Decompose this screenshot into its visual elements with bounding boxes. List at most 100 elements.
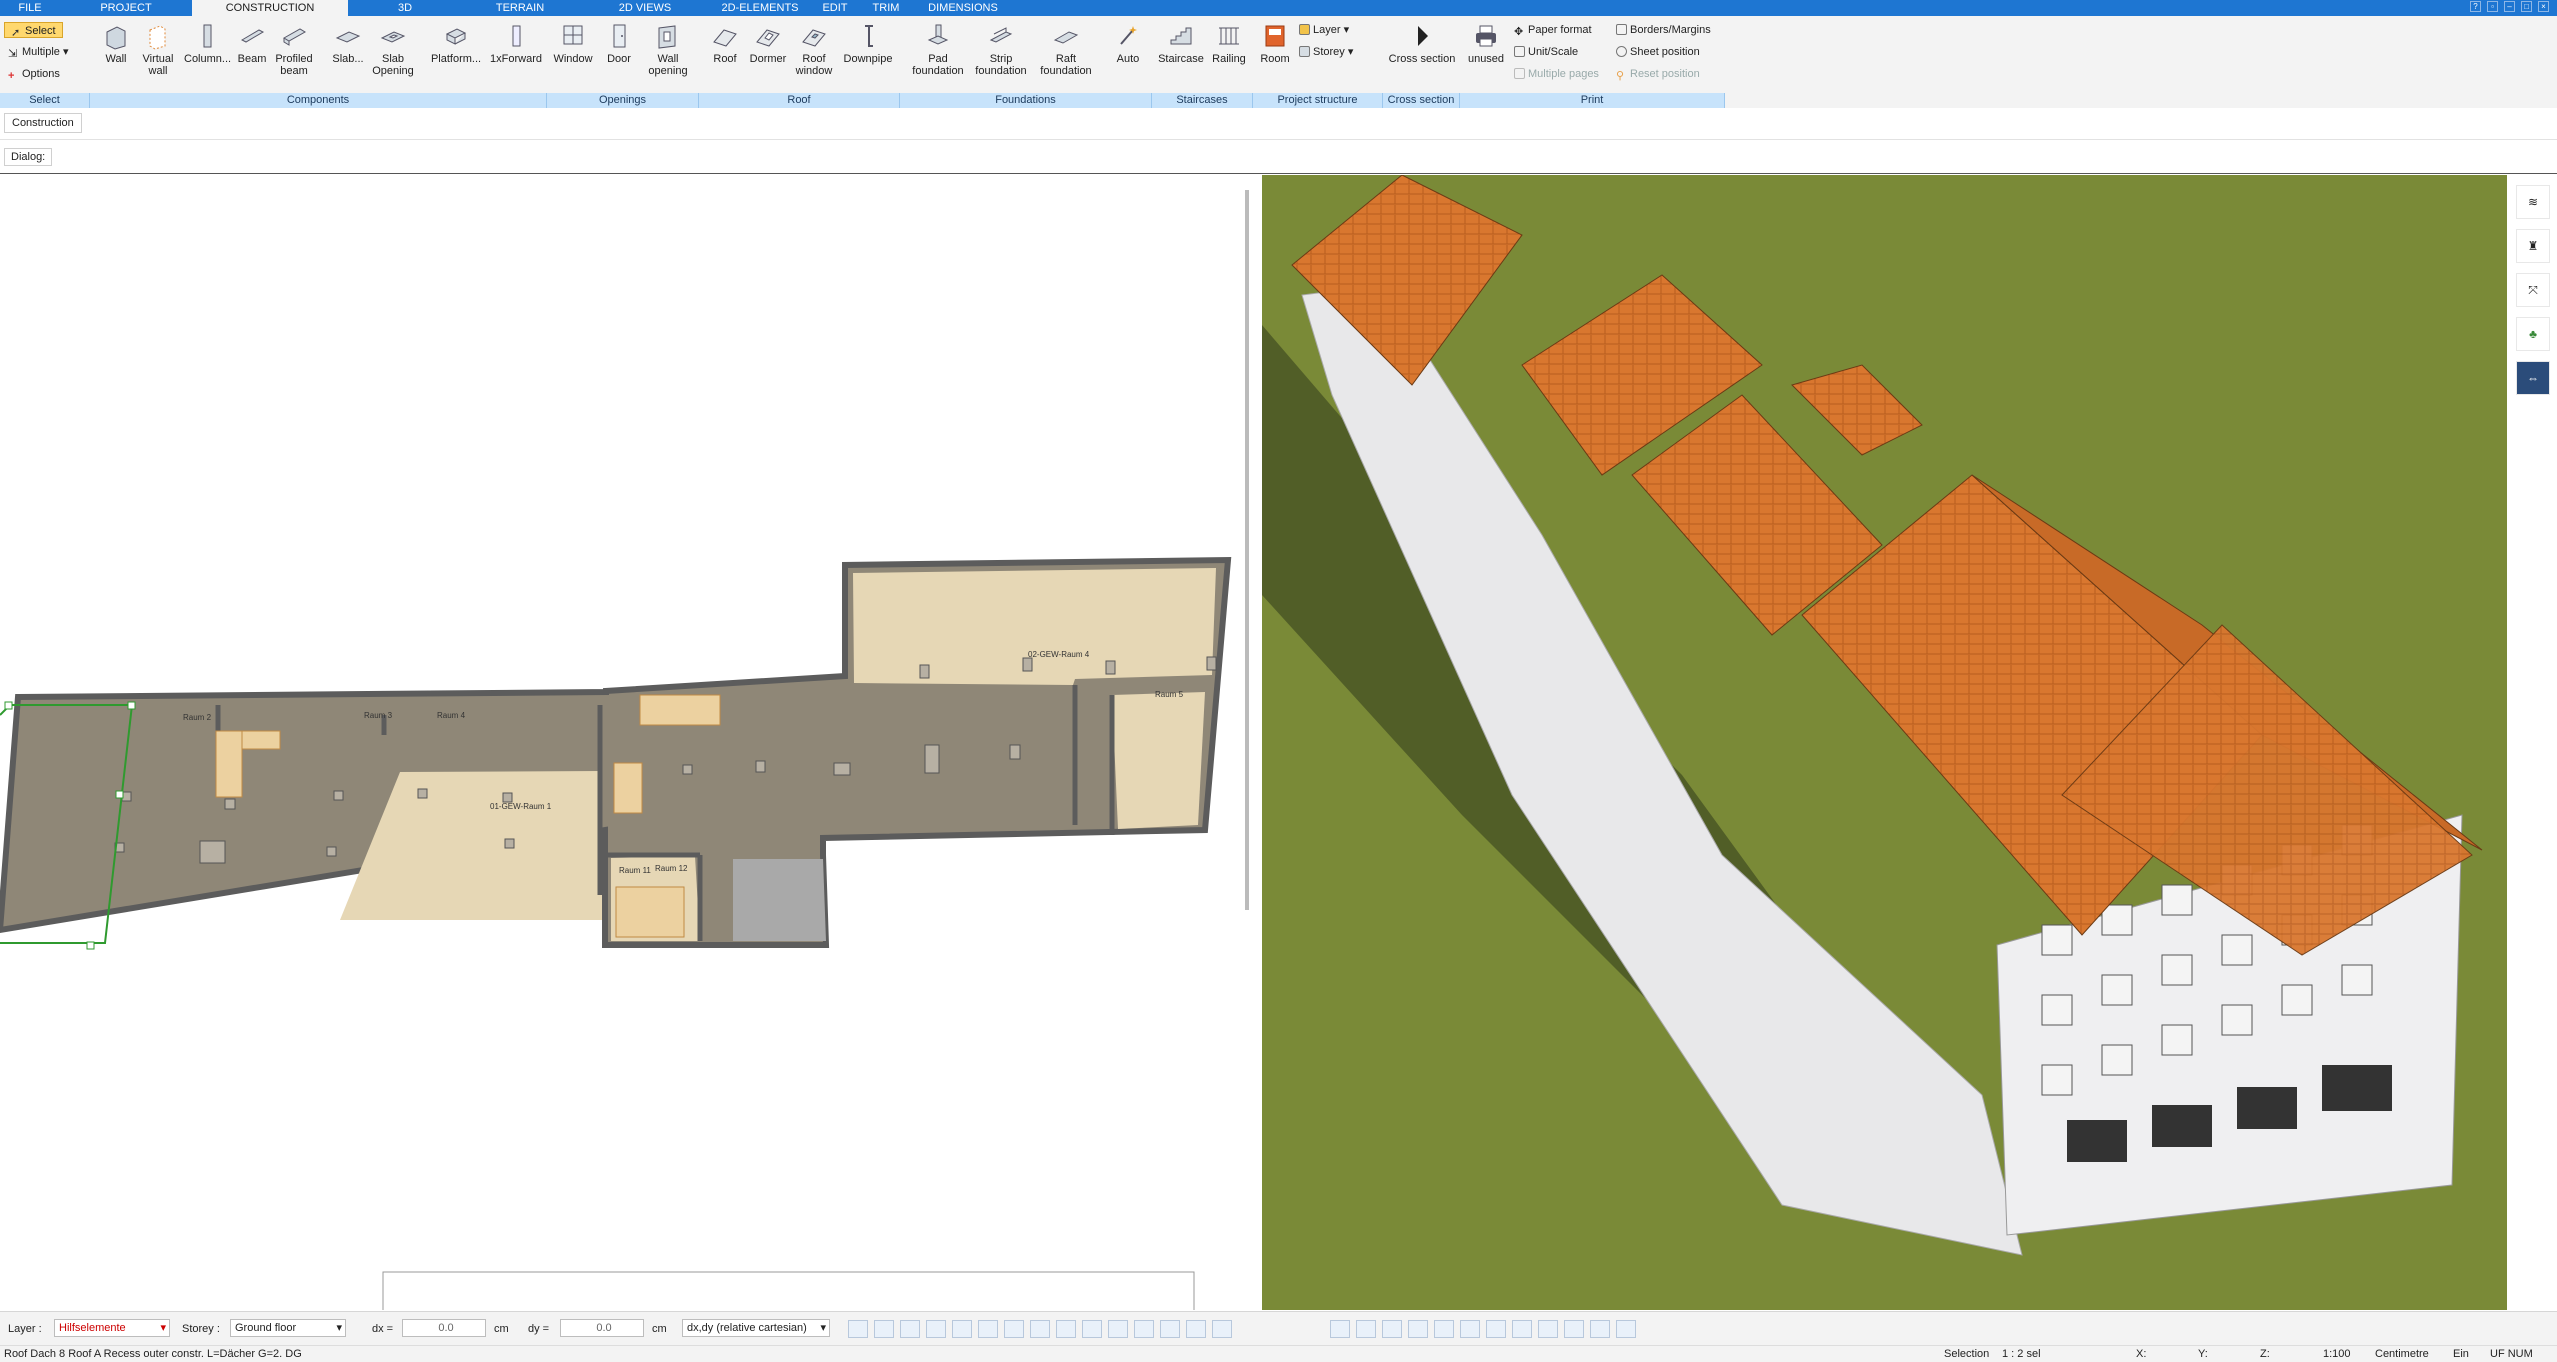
view-tool-10[interactable] <box>1564 1320 1584 1338</box>
chair-icon[interactable]: ♜ <box>2516 229 2550 263</box>
multiple-button[interactable]: ⇲ Multiple ▾ <box>8 44 68 60</box>
view-tool-6[interactable] <box>1460 1320 1480 1338</box>
room-label-raum-2: Raum 2 <box>183 713 212 722</box>
tab-dimensions[interactable]: DIMENSIONS <box>918 0 1008 16</box>
snap-tool-9[interactable] <box>1056 1320 1076 1338</box>
view-switch-icon[interactable]: ⇔ <box>2516 361 2550 395</box>
storey-button[interactable]: Storey ▾ <box>1299 44 1353 60</box>
view-tool-9[interactable] <box>1538 1320 1558 1338</box>
snap-tool-12[interactable] <box>1134 1320 1154 1338</box>
snap-tool-8[interactable] <box>1030 1320 1050 1338</box>
profiled-beam-button[interactable]: Profiled beam <box>272 22 316 77</box>
3d-scene[interactable] <box>1262 175 2507 1310</box>
select-button[interactable]: ➚ Select <box>4 22 63 39</box>
door-button[interactable]: Door <box>599 22 639 65</box>
virtual-wall-button[interactable]: Virtual wall <box>138 22 178 77</box>
dx-input[interactable]: 0.0 <box>402 1319 486 1337</box>
tab-construction[interactable]: CONSTRUCTION <box>192 0 348 17</box>
view-tool-1[interactable] <box>1330 1320 1350 1338</box>
view-tool-8[interactable] <box>1512 1320 1532 1338</box>
coord-mode-select[interactable]: dx,dy (relative cartesian) ▾ <box>682 1319 830 1337</box>
dy-input[interactable]: 0.0 <box>560 1319 644 1337</box>
railing-button[interactable]: Railing <box>1208 22 1250 65</box>
tab-edit[interactable]: EDIT <box>815 0 855 16</box>
tab-project[interactable]: PROJECT <box>96 0 156 16</box>
tab-terrain[interactable]: TERRAIN <box>480 0 560 16</box>
borders-margins-button[interactable]: Borders/Margins <box>1616 22 1711 38</box>
column-button[interactable]: Column... <box>184 22 231 65</box>
staircase-button[interactable]: Staircase <box>1156 22 1206 65</box>
cross-section-button[interactable]: Cross section <box>1387 22 1457 65</box>
plan-vertical-divider[interactable] <box>1245 190 1249 910</box>
dormer-button[interactable]: Dormer <box>747 22 789 65</box>
forward-button[interactable]: 1xForward <box>486 22 546 65</box>
minimize-icon[interactable]: – <box>2504 1 2515 12</box>
3d-view[interactable] <box>1262 175 2507 1310</box>
snap-tool-10[interactable] <box>1082 1320 1102 1338</box>
wall-opening-button[interactable]: Wall opening <box>643 22 693 77</box>
view-tool-5[interactable] <box>1434 1320 1454 1338</box>
snap-tool-15[interactable] <box>1212 1320 1232 1338</box>
view-tool-7[interactable] <box>1486 1320 1506 1338</box>
snap-tool-2[interactable] <box>874 1320 894 1338</box>
snap-tool-11[interactable] <box>1108 1320 1128 1338</box>
tab-2d-elements[interactable]: 2D-ELEMENTS <box>710 0 810 16</box>
roof-button[interactable]: Roof <box>705 22 745 65</box>
close-icon[interactable]: × <box>2538 1 2549 12</box>
maximize-icon[interactable]: □ <box>2521 1 2532 12</box>
view-tool-12[interactable] <box>1616 1320 1636 1338</box>
view-tool-2[interactable] <box>1356 1320 1376 1338</box>
wall-button[interactable]: Wall <box>96 22 136 65</box>
downpipe-button[interactable]: Downpipe <box>839 22 897 65</box>
slab-button[interactable]: Slab... <box>328 22 368 65</box>
snap-tool-6[interactable] <box>978 1320 998 1338</box>
snap-tool-14[interactable] <box>1186 1320 1206 1338</box>
reset-position-button[interactable]: ⚲ Reset position <box>1616 66 1700 82</box>
raft-foundation-icon <box>1053 31 1079 44</box>
tab-trim[interactable]: TRIM <box>866 0 906 16</box>
storey-select[interactable]: Ground floor ▾ <box>230 1319 346 1337</box>
auto-button[interactable]: Auto <box>1108 22 1148 65</box>
pad-foundation-button[interactable]: Pad foundation <box>906 22 970 77</box>
snap-tool-4[interactable] <box>926 1320 946 1338</box>
multiple-pages-button[interactable]: Multiple pages <box>1514 66 1599 82</box>
floor-plan-view[interactable]: 01-GEW-Raum 1 02-GEW-Raum 4 Raum 5 Raum … <box>0 175 1245 1310</box>
snap-tool-7[interactable] <box>1004 1320 1024 1338</box>
snap-tool-1[interactable] <box>848 1320 868 1338</box>
snap-tool-5[interactable] <box>952 1320 972 1338</box>
snap-tool-3[interactable] <box>900 1320 920 1338</box>
group-label-select: Select <box>0 93 90 108</box>
borders-icon <box>1616 24 1627 35</box>
restore-icon[interactable]: ▫ <box>2487 1 2498 12</box>
tree-icon[interactable]: ♣ <box>2516 317 2550 351</box>
options-button[interactable]: + Options <box>8 66 60 82</box>
view-tool-3[interactable] <box>1382 1320 1402 1338</box>
layer-select[interactable]: Hilfselemente ▾ <box>54 1319 170 1337</box>
raft-foundation-button[interactable]: Raft foundation <box>1034 22 1098 77</box>
construction-tab[interactable]: Construction <box>4 113 82 133</box>
tab-2d-views[interactable]: 2D VIEWS <box>600 0 690 16</box>
layers-icon[interactable]: ≋ <box>2516 185 2550 219</box>
dormer-icon <box>756 29 780 47</box>
snap-tool-13[interactable] <box>1160 1320 1180 1338</box>
zoom-extents-icon[interactable]: ⤧ <box>2516 273 2550 307</box>
platform-button[interactable]: Platform... <box>428 22 484 65</box>
window-button[interactable]: Window <box>551 22 595 65</box>
printer-button[interactable]: unused <box>1464 22 1508 65</box>
tab-file[interactable]: FILE <box>0 0 60 16</box>
sheet-position-button[interactable]: Sheet position <box>1616 44 1700 60</box>
tab-3d[interactable]: 3D <box>375 0 435 16</box>
paper-format-icon: ✥ <box>1514 26 1524 38</box>
paper-format-button[interactable]: ✥ Paper format <box>1514 22 1592 38</box>
floor-plan-drawing[interactable]: 01-GEW-Raum 1 02-GEW-Raum 4 Raum 5 Raum … <box>0 175 1245 1310</box>
beam-button[interactable]: Beam <box>234 22 270 65</box>
room-button[interactable]: Room <box>1257 22 1293 65</box>
layer-button[interactable]: Layer ▾ <box>1299 22 1349 38</box>
view-tool-11[interactable] <box>1590 1320 1610 1338</box>
slab-opening-button[interactable]: Slab Opening <box>370 22 416 77</box>
roof-window-button[interactable]: Roof window <box>791 22 837 77</box>
help-icon[interactable]: ? <box>2470 1 2481 12</box>
strip-foundation-button[interactable]: Strip foundation <box>970 22 1032 77</box>
view-tool-4[interactable] <box>1408 1320 1428 1338</box>
unit-scale-button[interactable]: Unit/Scale <box>1514 44 1578 60</box>
